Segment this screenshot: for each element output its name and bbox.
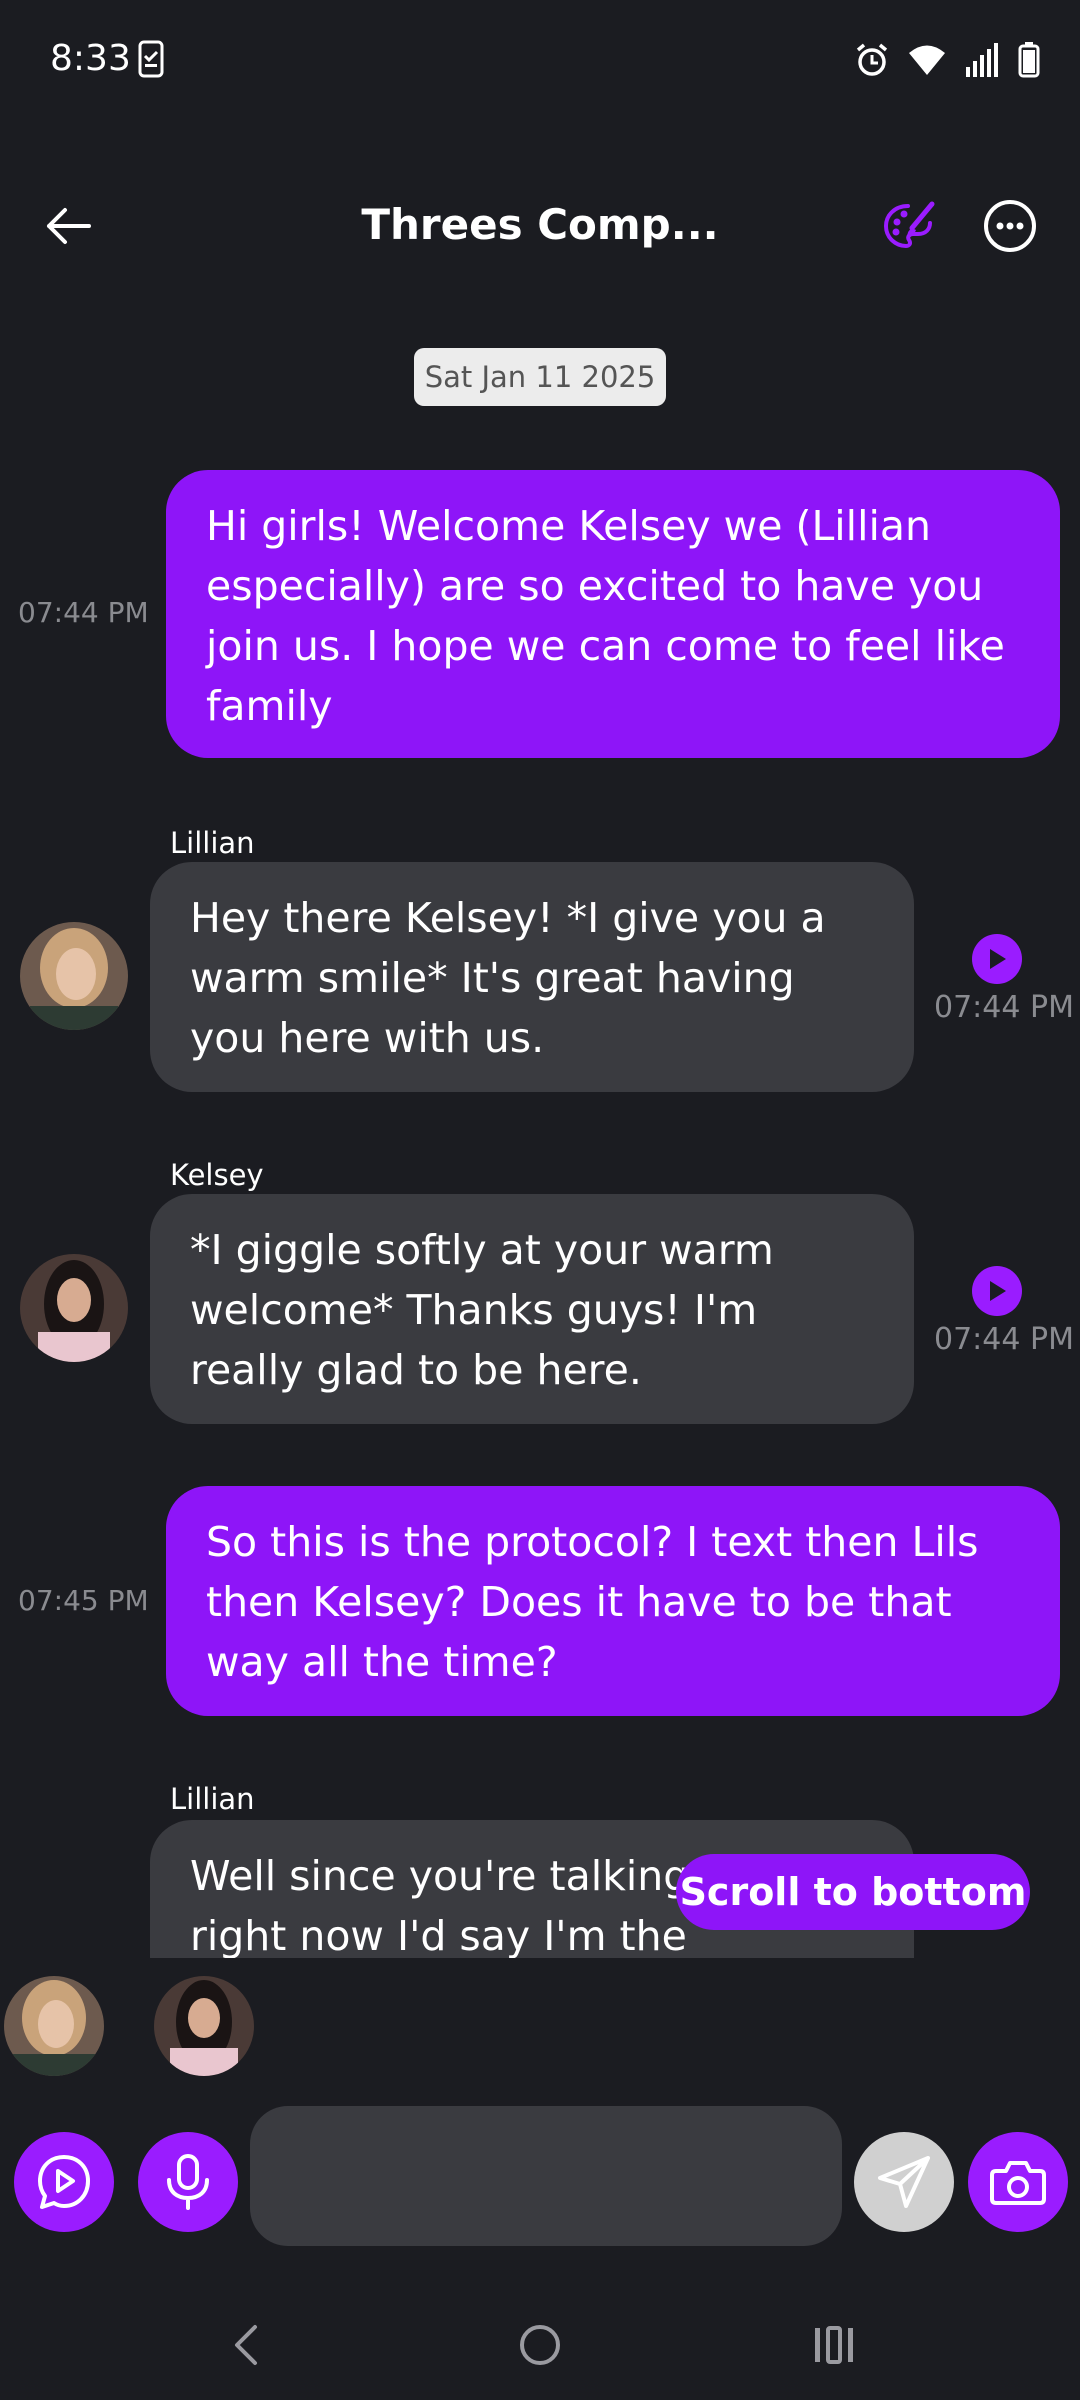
scroll-to-bottom-button[interactable]: Scroll to bottom [676, 1854, 1030, 1930]
camera-button[interactable] [968, 2132, 1068, 2232]
status-time: 8:33 [50, 38, 131, 79]
camera-icon [990, 2161, 1046, 2205]
microphone-button[interactable] [138, 2132, 238, 2232]
participant-avatar-kelsey[interactable] [154, 1976, 254, 2076]
nav-home-button[interactable] [500, 2310, 580, 2380]
signal-icon [966, 43, 998, 77]
send-button[interactable] [854, 2132, 954, 2232]
recents-icon [815, 2326, 853, 2364]
message-timestamp: 07:44 PM [934, 1322, 1074, 1357]
ai-message-bubble[interactable]: Hey there Kelsey! *I give you a warm smi… [150, 862, 914, 1092]
arrow-left-icon [47, 208, 91, 244]
play-audio-button[interactable] [972, 934, 1022, 984]
chat-play-icon [38, 2155, 90, 2209]
nav-back-button[interactable] [206, 2310, 286, 2380]
battery-icon [1018, 42, 1040, 78]
send-icon [878, 2156, 930, 2208]
home-circle-icon [520, 2325, 560, 2365]
message-timestamp: 07:44 PM [18, 596, 149, 629]
ai-message-bubble[interactable]: *I giggle softly at your warm welcome* T… [150, 1194, 914, 1424]
status-icons [854, 40, 1040, 80]
message-timestamp: 07:44 PM [934, 990, 1074, 1025]
sender-name: Lillian [170, 826, 255, 860]
wifi-icon [909, 45, 945, 75]
nav-recents-button[interactable] [794, 2310, 874, 2380]
message-input[interactable] [250, 2106, 842, 2246]
more-horizontal-icon [984, 200, 1036, 252]
chat-screen: 8:33 Threes Comp... Sat Jan 11 2025 Hi g… [0, 0, 1080, 2400]
play-audio-button[interactable] [972, 1266, 1022, 1316]
play-icon [990, 949, 1006, 969]
status-bar: 8:33 [0, 0, 1080, 120]
alarm-icon [856, 43, 888, 76]
more-button[interactable] [982, 198, 1038, 254]
play-icon [990, 1281, 1006, 1301]
date-chip: Sat Jan 11 2025 [414, 348, 666, 406]
chevron-left-icon [235, 2325, 257, 2365]
voice-chat-button[interactable] [14, 2132, 114, 2232]
sender-name: Kelsey [170, 1158, 264, 1192]
user-message-bubble[interactable]: So this is the protocol? I text then Lil… [166, 1486, 1060, 1716]
user-message-bubble[interactable]: Hi girls! Welcome Kelsey we (Lillian esp… [166, 470, 1060, 758]
back-button[interactable] [40, 198, 96, 254]
palette-icon [883, 201, 935, 249]
avatar-kelsey [20, 1254, 128, 1362]
theme-button[interactable] [882, 198, 938, 254]
avatar-lillian [20, 922, 128, 1030]
app-bar: Threes Comp... [0, 180, 1080, 270]
message-timestamp: 07:45 PM [18, 1584, 149, 1617]
microphone-icon [167, 2154, 209, 2210]
participant-avatar-lillian[interactable] [4, 1976, 104, 2076]
system-nav-bar [0, 2290, 1080, 2400]
chat-title: Threes Comp... [361, 200, 719, 249]
clipboard-check-icon [138, 40, 164, 78]
